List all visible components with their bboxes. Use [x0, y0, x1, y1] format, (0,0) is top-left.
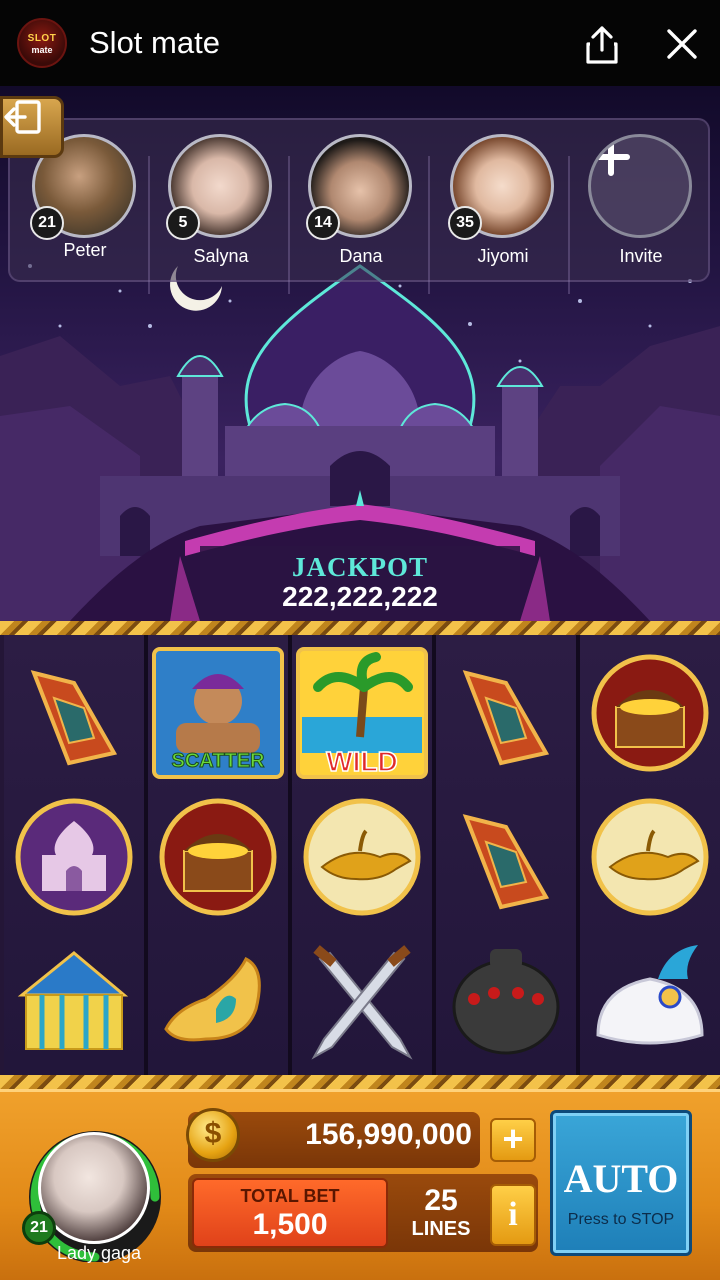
jackpot-value: 222,222,222: [282, 581, 438, 612]
friends-panel: 21 Peter 5 Salyna 14 Dana 35 Jiyomi Invi…: [8, 118, 710, 294]
total-bet-label: TOTAL BET: [240, 1186, 340, 1206]
auto-sub-label: Press to STOP: [567, 1211, 675, 1228]
friend-name: Jiyomi: [477, 246, 529, 266]
scatter-genie-symbol: SCATTER: [148, 643, 288, 783]
app-title: Slot mate: [89, 25, 220, 60]
jackpot-label: JACKPOT: [291, 552, 428, 582]
app-bar: SLOT mate Slot mate: [0, 0, 720, 86]
friend-level-badge: 5: [166, 206, 200, 240]
flying-carpet-symbol: [4, 643, 144, 783]
total-bet-button[interactable]: TOTAL BET 1,500: [192, 1178, 388, 1248]
treasure-chest-symbol: [148, 787, 288, 927]
turban-symbol: [580, 931, 720, 1071]
logo-text-bottom: mate: [31, 45, 53, 55]
coin-icon: $: [186, 1108, 240, 1162]
total-bet-value: 1,500: [252, 1208, 328, 1241]
coin-balance: 156,990,000: [305, 1118, 472, 1151]
friend-salyna[interactable]: 5 Salyna: [166, 134, 276, 274]
invite-circle: [588, 134, 692, 238]
reel-border-bottom: [0, 1075, 720, 1089]
flying-carpet-symbol: [436, 787, 576, 927]
share-icon[interactable]: [580, 22, 624, 66]
friend-dana[interactable]: 14 Dana: [306, 134, 416, 274]
invite-button[interactable]: Invite: [586, 134, 696, 274]
friend-level-badge: 21: [30, 206, 64, 240]
slot-reels[interactable]: SCATTER WILD: [0, 621, 720, 1089]
exit-button[interactable]: [0, 96, 64, 158]
exit-icon: [4, 100, 41, 134]
friend-level-badge: 14: [306, 206, 340, 240]
magic-lamp-symbol: [292, 787, 432, 927]
add-coins-button[interactable]: +: [490, 1118, 536, 1162]
lines-label: LINES: [411, 1218, 471, 1240]
info-button[interactable]: i: [490, 1184, 536, 1246]
flying-carpet-symbol: [436, 643, 576, 783]
friend-level-badge: 35: [448, 206, 482, 240]
plus-icon: [592, 138, 630, 176]
divider: [288, 156, 290, 294]
wild-label: WILD: [326, 746, 398, 777]
player-level-badge: 21: [22, 1211, 56, 1245]
control-bar: 21 Lady gaga $ 156,990,000 + TOTAL BET 1…: [0, 1089, 720, 1280]
friend-name: Salyna: [193, 246, 249, 266]
friend-name: Peter: [63, 240, 107, 260]
logo-text-top: SLOT: [27, 33, 57, 44]
divider: [568, 156, 570, 294]
auto-label: AUTO: [563, 1156, 679, 1201]
game-scene: 21 Peter 5 Salyna 14 Dana 35 Jiyomi Invi…: [0, 86, 720, 621]
app-logo: SLOT mate: [17, 18, 67, 68]
tent-symbol: [4, 931, 144, 1071]
black-pot-symbol: [436, 931, 576, 1071]
crossed-swords-symbol: [292, 931, 432, 1071]
magic-lamp-symbol: [580, 787, 720, 927]
close-icon[interactable]: [660, 22, 704, 66]
wild-palm-symbol: WILD: [292, 643, 432, 783]
lines-value: 25: [424, 1184, 458, 1217]
player-name: Lady gaga: [56, 1243, 142, 1263]
treasure-chest-symbol: [580, 643, 720, 783]
divider: [428, 156, 430, 294]
reel-border-top: [0, 621, 720, 635]
friend-jiyomi[interactable]: 35 Jiyomi: [448, 134, 558, 274]
divider: [148, 156, 150, 294]
scatter-label: SCATTER: [172, 750, 266, 772]
friend-name: Dana: [339, 246, 383, 266]
palace-symbol: [4, 787, 144, 927]
auto-spin-button[interactable]: AUTO Press to STOP: [550, 1110, 692, 1256]
slippers-symbol: [148, 931, 288, 1071]
invite-label: Invite: [619, 246, 663, 266]
